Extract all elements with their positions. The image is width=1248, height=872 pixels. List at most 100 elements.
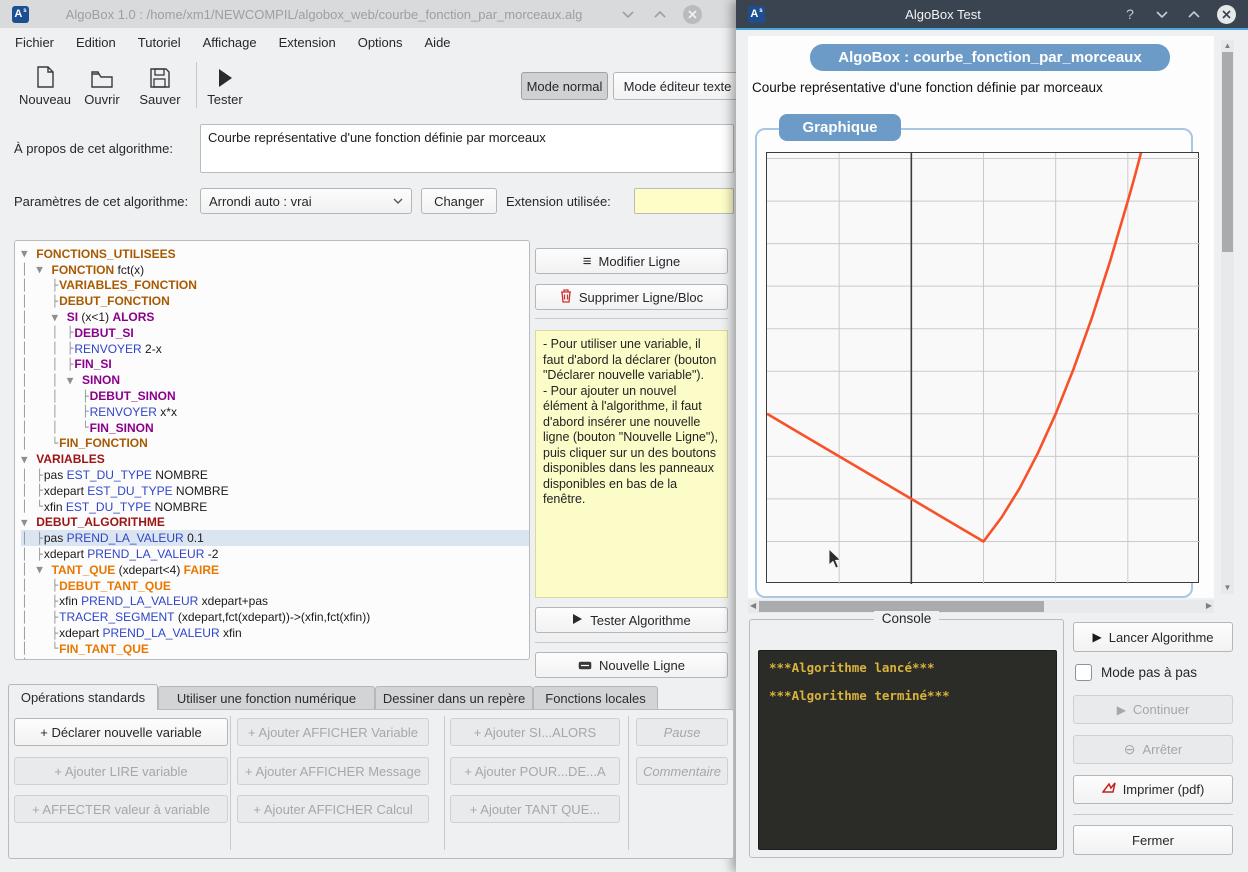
scroll-right-icon[interactable]: ▶ [1206,602,1212,610]
scroll-up-icon[interactable]: ▲ [1221,42,1234,50]
ops-button-ajouter-afficher-variable[interactable]: + Ajouter AFFICHER Variable [237,718,429,746]
menu-lines-icon: ≡ [583,253,592,270]
tree-connector: │ │ ├ [21,405,90,418]
change-button[interactable]: Changer [421,188,497,214]
tree-row[interactable]: │ └xfin EST_DU_TYPE NOMBRE [21,499,529,515]
new-button[interactable]: Nouveau [14,62,76,107]
tree-row[interactable]: │ ▼ FONCTION fct(x) [21,262,529,278]
tree-row[interactable]: │ │ ├RENVOYER x*x [21,404,529,420]
tree-text: xdepart+pas [198,594,268,608]
tree-row[interactable]: │ ├TRACER_SEGMENT (xdepart,fct(xdepart))… [21,609,529,625]
menubar: FichierEditionTutorielAffichageExtension… [0,30,742,55]
console-label: Console [750,611,1063,626]
toolbar-separator [196,62,197,108]
ops-button-ajouter-si-alors[interactable]: + Ajouter SI...ALORS [450,718,620,746]
step-mode-checkbox[interactable] [1075,664,1092,681]
maximize-icon[interactable] [1185,5,1203,23]
tree-row[interactable]: │ │ ├DEBUT_SI [21,325,529,341]
tree-row[interactable]: │ ├pas EST_DU_TYPE NOMBRE [21,467,529,483]
maximize-icon[interactable] [651,5,669,23]
continue-button[interactable]: ▶ Continuer [1073,695,1233,724]
ops-button-ajouter-afficher-message[interactable]: + Ajouter AFFICHER Message [237,757,429,785]
tree-text: PREND_LA_VALEUR [67,531,184,545]
close-icon[interactable] [1217,5,1236,24]
tree-row[interactable]: ▼ VARIABLES [21,451,529,467]
menu-item-aide[interactable]: Aide [414,32,462,53]
tree-text: NOMBRE [151,500,207,514]
ops-button-pause[interactable]: Pause [636,718,728,746]
tree-row[interactable]: │ ├DEBUT_FONCTION [21,293,529,309]
scroll-left-icon[interactable]: ◀ [750,602,756,610]
test-titlebar[interactable]: As AlgoBox Test ? [736,0,1248,28]
tree-row[interactable]: │ ▼ SI (x<1) ALORS [21,309,529,325]
test-scroll-viewport[interactable]: AlgoBox : courbe_fonction_par_morceaux C… [748,36,1214,598]
ops-button-d-clarer-nouvelle-variable[interactable]: + Déclarer nouvelle variable [14,718,228,746]
tree-row[interactable]: │ ├VARIABLES_FONCTION [21,278,529,294]
tree-row[interactable]: │ ▼ TANT_QUE (xdepart<4) FAIRE [21,562,529,578]
tree-row[interactable]: │ ├DEBUT_TANT_QUE [21,578,529,594]
ops-button-ajouter-afficher-calcul[interactable]: + Ajouter AFFICHER Calcul [237,795,429,823]
menu-item-options[interactable]: Options [347,32,414,53]
tree-row[interactable]: │ │ ├FIN_SI [21,357,529,373]
tree-row[interactable]: │ └FIN_FONCTION [21,436,529,452]
vertical-scrollbar-thumb[interactable] [1222,52,1233,252]
tree-row[interactable]: └FIN_ALGORITHME [21,657,529,660]
delete-line-button[interactable]: Supprimer Ligne/Bloc [535,284,728,310]
stop-button[interactable]: ⊖ Arrêter [1073,735,1233,764]
tab-utiliser-une-fonction-num-rique[interactable]: Utiliser une fonction numérique [158,686,375,710]
tab-op-rations-standards[interactable]: Opérations standards [8,684,158,710]
modify-line-button[interactable]: ≡ Modifier Ligne [535,248,728,274]
tree-row[interactable]: │ ├xdepart PREND_LA_VALEUR xfin [21,625,529,641]
menu-item-tutoriel[interactable]: Tutoriel [127,32,192,53]
tree-row[interactable]: │ │ ▼ SINON [21,372,529,388]
run-algorithm-button[interactable]: ▶ Lancer Algorithme [1073,622,1233,652]
menu-item-edition[interactable]: Edition [65,32,127,53]
save-button[interactable]: Sauver [132,62,188,107]
about-textarea[interactable]: Courbe représentative d'une fonction déf… [200,124,734,173]
tree-row[interactable]: │ ├xdepart EST_DU_TYPE NOMBRE [21,483,529,499]
help-icon[interactable]: ? [1121,5,1139,23]
tree-row[interactable]: │ │ ├RENVOYER 2-x [21,341,529,357]
tree-row-selected[interactable]: │ ├pas PREND_LA_VALEUR 0.1 [21,530,529,546]
menu-item-affichage[interactable]: Affichage [192,32,268,53]
console-output[interactable]: ***Algorithme lancé******Algorithme term… [758,650,1057,850]
mode-editor-button[interactable]: Mode éditeur texte [613,72,742,100]
open-button[interactable]: Ouvrir [74,62,130,107]
menu-item-extension[interactable]: Extension [268,32,347,53]
tree-text: fct(x) [114,263,144,277]
scroll-down-icon[interactable]: ▼ [1221,584,1234,592]
algorithm-tree[interactable]: ▼ FONCTIONS_UTILISEES│ ▼ FONCTION fct(x)… [14,240,530,660]
test-algorithm-button[interactable]: Tester Algorithme [535,607,728,633]
close-icon[interactable] [683,5,702,24]
mode-normal-button[interactable]: Mode normal [521,72,608,100]
ops-button-ajouter-lire-variable[interactable]: + Ajouter LIRE variable [14,757,228,785]
tree-text: 2-x [142,342,162,356]
tree-row[interactable]: │ ├xdepart PREND_LA_VALEUR -2 [21,546,529,562]
tab-fonctions-locales[interactable]: Fonctions locales [533,686,658,710]
close-test-button[interactable]: Fermer [1073,825,1233,855]
minimize-icon[interactable] [1153,5,1171,23]
tree-row[interactable]: │ └FIN_TANT_QUE [21,641,529,657]
ops-button-ajouter-pour-de-a[interactable]: + Ajouter POUR...DE...A [450,757,620,785]
tree-row[interactable]: │ │ └FIN_SINON [21,420,529,436]
tree-row[interactable]: │ │ ├DEBUT_SINON [21,388,529,404]
new-line-button[interactable]: Nouvelle Ligne [535,652,728,678]
tree-text: TRACER_SEGMENT [59,610,174,624]
minimize-icon[interactable] [619,5,637,23]
print-pdf-button[interactable]: Imprimer (pdf) [1073,775,1233,804]
params-combobox[interactable]: Arrondi auto : vrai [200,188,412,214]
tree-row[interactable]: ▼ DEBUT_ALGORITHME [21,515,529,531]
test-button[interactable]: Tester [200,62,250,107]
ops-button-commentaire[interactable]: Commentaire [636,757,728,785]
ops-button-ajouter-tant-que[interactable]: + Ajouter TANT QUE... [450,795,620,823]
menu-item-fichier[interactable]: Fichier [4,32,65,53]
ops-button-affecter-valeur-variable[interactable]: + AFFECTER valeur à variable [14,795,228,823]
pdf-icon [1102,782,1116,797]
tree-text: DEBUT_ALGORITHME [36,515,165,529]
tab-dessiner-dans-un-rep-re[interactable]: Dessiner dans un repère [375,686,533,710]
extension-input[interactable] [634,188,734,214]
tree-row[interactable]: ▼ FONCTIONS_UTILISEES [21,246,529,262]
tree-row[interactable]: │ ├xfin PREND_LA_VALEUR xdepart+pas [21,594,529,610]
vertical-scrollbar[interactable]: ▲ ▼ [1221,40,1234,594]
main-titlebar[interactable]: As AlgoBox 1.0 : /home/xm1/NEWCOMPIL/alg… [0,0,742,28]
